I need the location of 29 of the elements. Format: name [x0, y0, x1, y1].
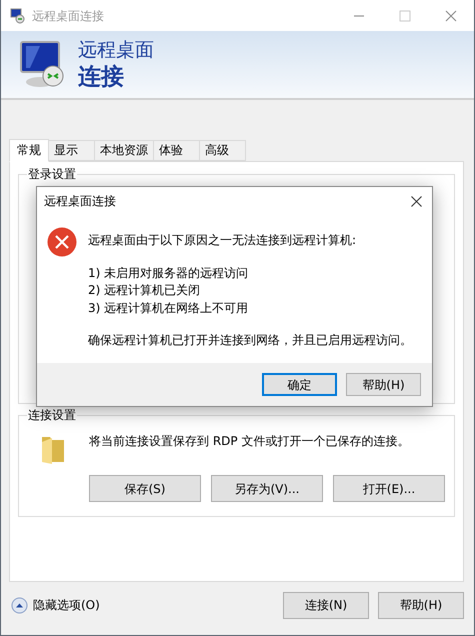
group-title: 登录设置 — [27, 166, 77, 182]
tab[interactable]: 显示 — [49, 140, 95, 161]
app-icon — [10, 8, 26, 24]
group-title: 连接设置 — [27, 407, 77, 423]
error-message: 远程桌面由于以下原因之一无法连接到远程计算机: — [88, 232, 358, 249]
close-icon[interactable] — [411, 196, 422, 206]
connection-description: 将当前连接设置保存到 RDP 文件或打开一个已保存的连接。 — [89, 433, 410, 449]
header-subtitle: 连接 — [78, 62, 125, 92]
button[interactable]: 帮助(H) — [378, 592, 464, 618]
button[interactable]: 帮助(H) — [346, 373, 421, 396]
button[interactable]: 确定 — [262, 373, 337, 396]
reason-item: 1) 未启用对服务器的远程访问 — [88, 264, 250, 282]
button[interactable]: 打开(E)... — [333, 475, 445, 502]
tab[interactable]: 高级 — [200, 140, 246, 161]
button[interactable]: 保存(S) — [89, 475, 201, 502]
button[interactable]: 另存为(V)... — [211, 475, 323, 502]
tab[interactable]: 体验 — [154, 140, 200, 161]
advice-text: 确保远程计算机已打开并连接到网络，并且已启用远程访问。 — [88, 332, 412, 349]
dialog-title: 远程桌面连接 — [44, 193, 116, 210]
tab[interactable]: 本地资源 — [95, 140, 154, 161]
tab[interactable]: 常规 — [9, 139, 49, 162]
button[interactable]: 连接(N) — [283, 592, 369, 618]
window-title: 远程桌面连接 — [32, 8, 104, 24]
error-icon — [47, 227, 77, 257]
collapse-icon[interactable] — [11, 596, 28, 614]
reason-item: 2) 远程计算机已关闭 — [88, 282, 202, 299]
header-title: 远程桌面 — [78, 38, 154, 62]
hide-options-link[interactable]: 隐藏选项(O) — [33, 596, 100, 614]
reason-item: 3) 远程计算机在网络上不可用 — [88, 300, 250, 316]
